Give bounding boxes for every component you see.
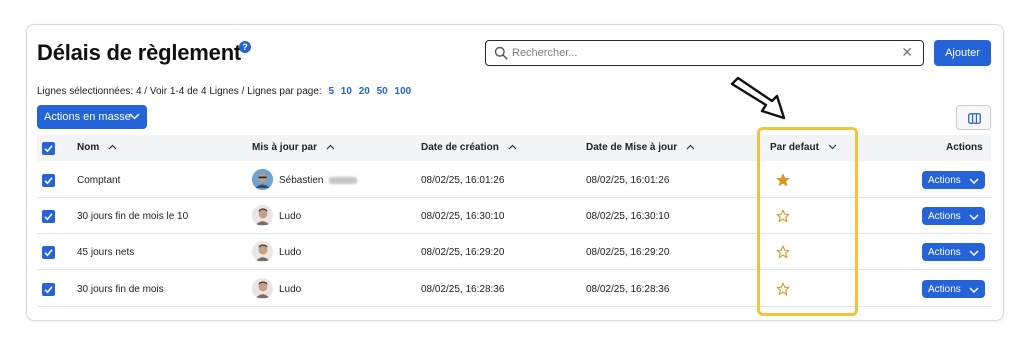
row-actions-button[interactable]: Actions xyxy=(922,243,985,261)
row-name: 30 jours fin de mois xyxy=(77,284,164,295)
bulk-actions-label: Actions en masse xyxy=(44,111,131,123)
list-meta: Lignes sélectionnées: 4 / Voir 1-4 de 4 … xyxy=(37,86,411,97)
add-button[interactable]: Ajouter xyxy=(934,40,991,66)
clear-icon[interactable]: ✕ xyxy=(901,45,913,59)
row-created-date: 08/02/25, 16:30:10 xyxy=(421,211,505,222)
row-actions-button[interactable]: Actions xyxy=(922,207,985,225)
page-title: Délais de règlement xyxy=(37,40,242,65)
chevron-down-icon xyxy=(969,248,979,259)
chevron-down-icon xyxy=(129,111,140,123)
row-checkbox[interactable] xyxy=(42,246,55,259)
row-updated-by: Ludo xyxy=(279,284,302,295)
column-header-updated-by[interactable]: Mis à jour par xyxy=(252,142,335,153)
per-page-100[interactable]: 100 xyxy=(395,86,412,97)
bulk-actions-button[interactable]: Actions en masse xyxy=(37,105,147,129)
row-created-date: 08/02/25, 16:01:26 xyxy=(421,175,505,186)
row-updated-by: Ludo xyxy=(279,247,302,258)
row-updated-by: Sébastien xyxy=(279,175,358,186)
selected-count: Lignes sélectionnées: 4 / xyxy=(37,86,148,97)
avatar xyxy=(252,241,273,262)
search-input[interactable] xyxy=(512,44,892,62)
row-checkbox[interactable] xyxy=(42,210,55,223)
row-checkbox[interactable] xyxy=(42,283,55,296)
arrow-callout-icon xyxy=(726,72,792,131)
row-actions-button[interactable]: Actions xyxy=(922,280,985,298)
columns-icon xyxy=(968,113,981,124)
sort-up-icon xyxy=(108,142,117,153)
search-box[interactable]: ✕ xyxy=(485,40,924,66)
row-name: 30 jours fin de mois le 10 xyxy=(77,211,189,222)
row-updated-date: 08/02/25, 16:29:20 xyxy=(586,247,670,258)
per-page-5[interactable]: 5 xyxy=(328,86,334,97)
row-created-date: 08/02/25, 16:28:36 xyxy=(421,284,505,295)
row-name: Comptant xyxy=(77,175,121,186)
column-header-updated[interactable]: Date de Mise à jour xyxy=(586,142,695,153)
row-name: 45 jours nets xyxy=(77,247,135,258)
avatar xyxy=(252,205,273,226)
avatar xyxy=(252,169,273,190)
per-page-10[interactable]: 10 xyxy=(341,86,352,97)
row-checkbox[interactable] xyxy=(42,174,55,187)
view-range: Voir 1-4 de 4 Lignes / xyxy=(149,86,245,97)
avatar xyxy=(252,278,273,299)
select-all-checkbox[interactable] xyxy=(42,142,55,155)
sort-up-icon xyxy=(326,142,335,153)
per-page-50[interactable]: 50 xyxy=(377,86,388,97)
column-header-actions: Actions xyxy=(946,142,983,153)
row-created-date: 08/02/25, 16:29:20 xyxy=(421,247,505,258)
per-page-20[interactable]: 20 xyxy=(359,86,370,97)
row-updated-date: 08/02/25, 16:30:10 xyxy=(586,211,670,222)
columns-toggle-button[interactable] xyxy=(956,105,991,130)
default-column-highlight xyxy=(757,127,858,316)
help-icon[interactable]: ? xyxy=(239,41,251,53)
chevron-down-icon xyxy=(969,285,979,296)
chevron-down-icon xyxy=(969,212,979,223)
chevron-down-icon xyxy=(969,176,979,187)
row-updated-by: Ludo xyxy=(279,211,302,222)
row-updated-date: 08/02/25, 16:28:36 xyxy=(586,284,670,295)
sort-up-icon xyxy=(686,142,695,153)
per-page-label: Lignes par page: xyxy=(247,86,322,97)
search-icon xyxy=(494,46,508,65)
row-actions-button[interactable]: Actions xyxy=(922,171,985,189)
blurred-surname xyxy=(329,176,358,184)
row-updated-date: 08/02/25, 16:01:26 xyxy=(586,175,670,186)
column-header-name[interactable]: Nom xyxy=(77,142,117,153)
column-header-created[interactable]: Date de création xyxy=(421,142,517,153)
sort-up-icon xyxy=(508,142,517,153)
